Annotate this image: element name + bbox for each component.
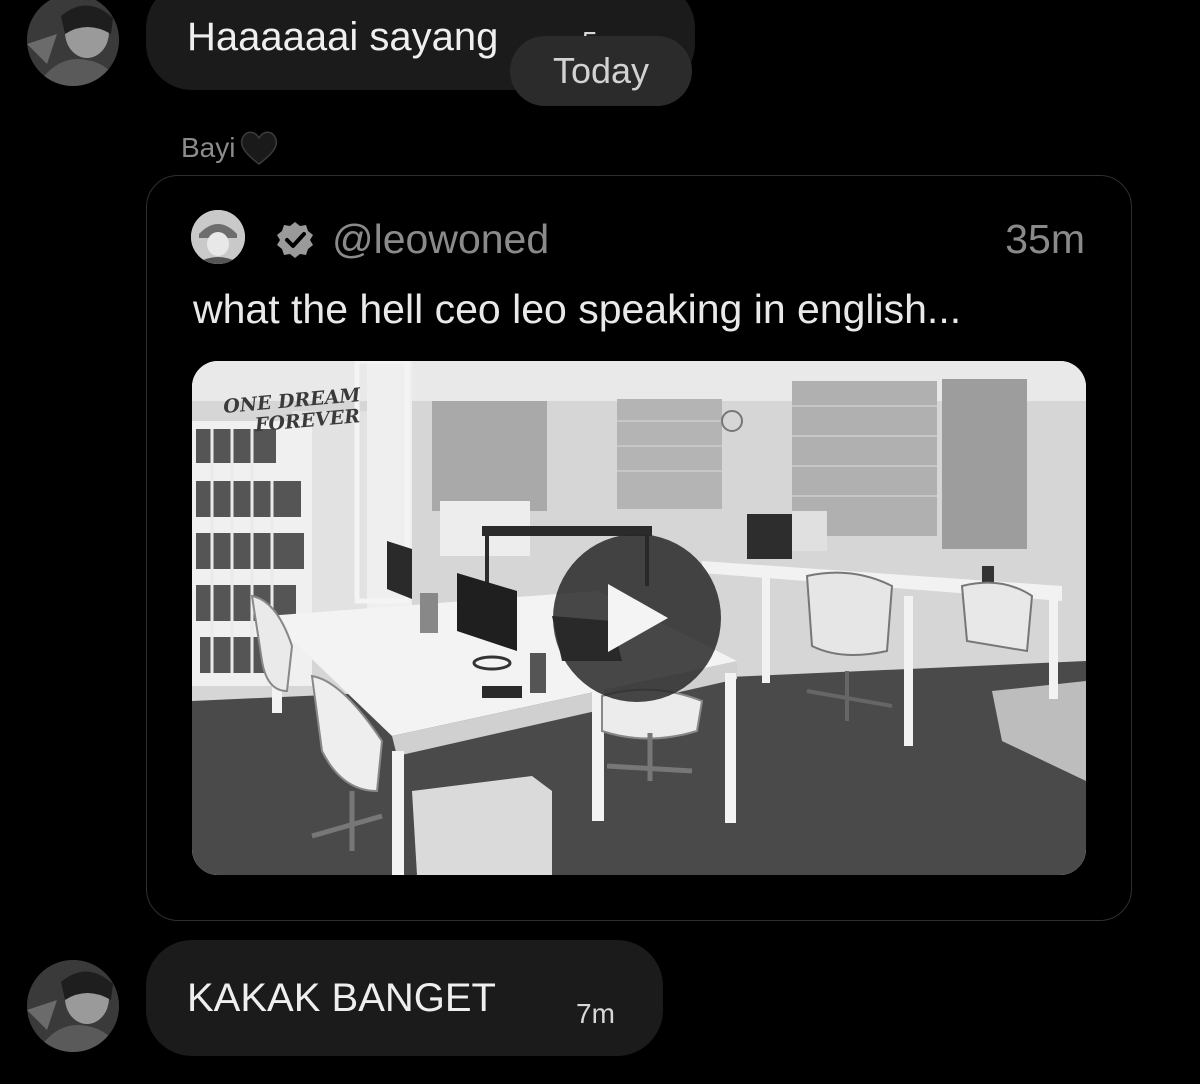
sender-avatar[interactable]: [27, 0, 119, 86]
post-author-avatar[interactable]: [191, 210, 245, 264]
post-time: 35m: [1005, 216, 1085, 262]
black-heart-icon: [241, 131, 278, 165]
reply-sender-label: Bayi: [181, 130, 279, 166]
sender-avatar[interactable]: [27, 960, 119, 1052]
message-text: KAKAK BANGET: [187, 976, 496, 1020]
video-thumbnail[interactable]: ONE DREAM FOREVER: [192, 361, 1086, 875]
play-icon: [608, 584, 668, 652]
verified-badge-icon: [277, 222, 313, 258]
message-text: Haaaaaai sayang: [187, 15, 499, 59]
post-author-handle[interactable]: @leowoned: [332, 216, 549, 263]
reply-sender-name: Bayi: [181, 132, 236, 163]
avatar-photo: [27, 960, 119, 1052]
avatar-photo: [27, 0, 119, 86]
shared-post-card[interactable]: @leowoned 35m what the hell ceo leo spea…: [146, 175, 1132, 921]
play-button[interactable]: [553, 534, 721, 702]
message-time: 7m: [576, 998, 615, 1029]
date-separator: Today: [510, 36, 692, 106]
author-photo: [191, 210, 245, 264]
post-text: what the hell ceo leo speaking in englis…: [193, 286, 962, 332]
message-bubble[interactable]: KAKAK BANGET 7m: [146, 940, 663, 1056]
